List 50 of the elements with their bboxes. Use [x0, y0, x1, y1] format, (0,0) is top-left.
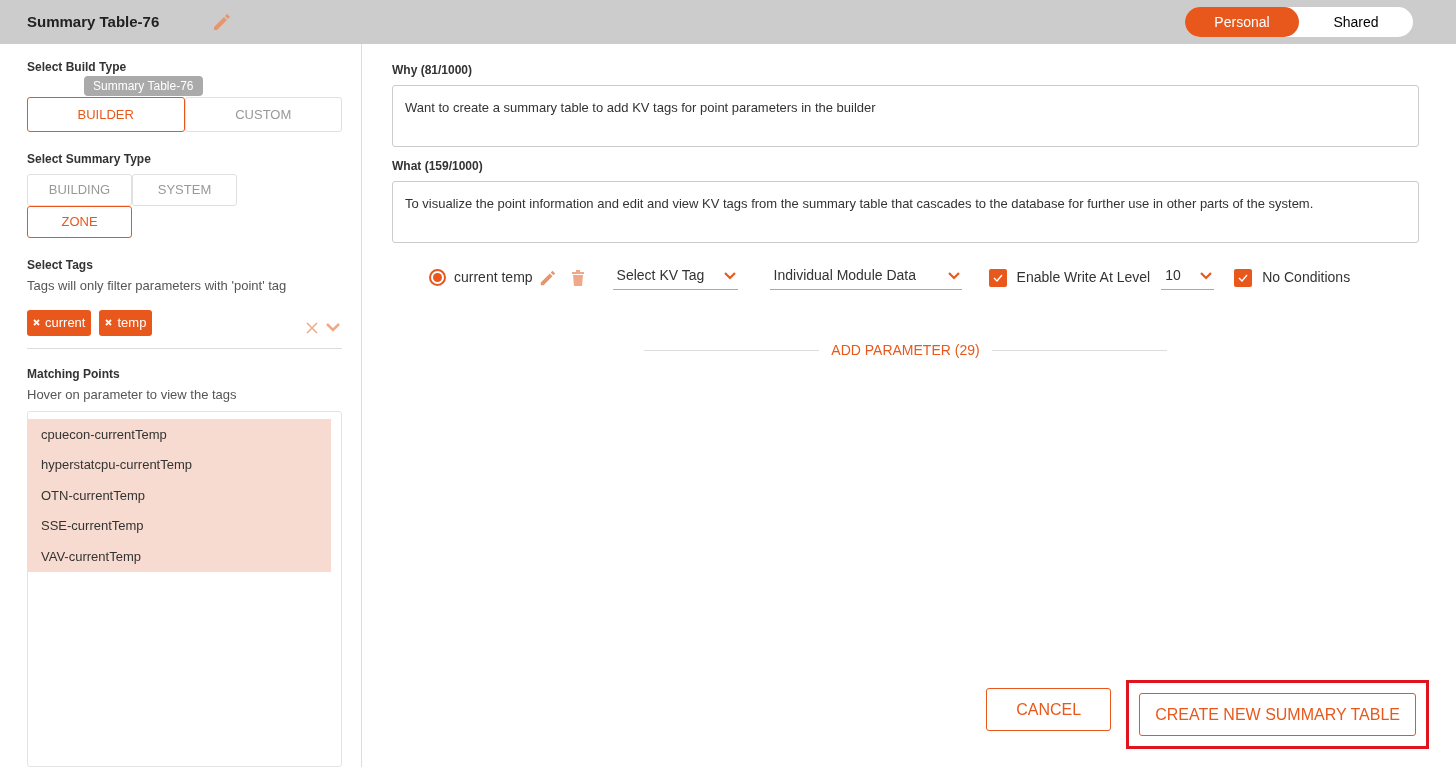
build-type-option[interactable]: CUSTOM: [184, 97, 342, 132]
chevron-down-icon: [723, 271, 736, 280]
summary-type-option[interactable]: BUILDING: [27, 174, 132, 206]
checkmark-icon: [1238, 273, 1249, 282]
data-type-dropdown[interactable]: Individual Module Data: [769, 265, 962, 290]
chevron-down-icon: [1200, 271, 1213, 280]
chevron-down-icon: [947, 271, 960, 280]
point-item[interactable]: VAV-currentTemp: [28, 541, 331, 572]
clear-icon[interactable]: [306, 321, 318, 334]
close-icon[interactable]: [33, 319, 40, 326]
action-button[interactable]: CREATE NEW SUMMARY TABLE: [1139, 693, 1416, 736]
checkbox-label: No Conditions: [1262, 268, 1351, 287]
tag-chip[interactable]: temp: [99, 309, 153, 336]
sharing-tab[interactable]: Shared: [1299, 7, 1413, 37]
pencil-icon[interactable]: [538, 268, 557, 287]
tag-chip[interactable]: current: [27, 309, 92, 336]
field-label: Why (81/1000): [392, 62, 474, 79]
build-type-option[interactable]: BUILDER: [27, 97, 185, 132]
add-parameter-button[interactable]: ADD PARAMETER (29): [831, 340, 980, 361]
text-area[interactable]: Want to create a summary table to add KV tags for point parameters in the builder: [392, 85, 1419, 147]
summary-type-option[interactable]: ZONE: [27, 206, 132, 238]
sharing-tab[interactable]: Personal: [1185, 7, 1299, 37]
text-area[interactable]: To visualize the point information and edit and view KV tags from the summary table that cascades to the database for further use in other parts of the system.: [392, 181, 1419, 243]
point-item[interactable]: SSE-currentTemp: [28, 510, 331, 541]
point-item[interactable]: cpuecon-currentTemp: [28, 419, 331, 450]
checkbox[interactable]: [988, 268, 1007, 287]
tooltip: Summary Table-76: [84, 76, 203, 96]
kv-tag-dropdown[interactable]: Select KV Tag: [612, 265, 738, 290]
action-button[interactable]: CANCEL: [986, 688, 1112, 731]
section-label: Select Summary Type: [27, 151, 152, 168]
close-icon[interactable]: [105, 319, 113, 326]
field-label: What (159/1000): [392, 158, 484, 175]
checkbox-label: Enable Write At Level: [1016, 268, 1151, 287]
point-item[interactable]: OTN-currentTemp: [28, 480, 331, 511]
parameter-name: current temp: [454, 268, 533, 287]
section-label: Matching Points: [27, 365, 121, 383]
section-label: Select Tags: [27, 257, 94, 274]
section-label: Select Build Type: [27, 59, 127, 76]
trash-icon[interactable]: [570, 269, 585, 286]
section-hint: Hover on parameter to view the tags: [27, 385, 238, 404]
checkmark-icon: [992, 273, 1003, 282]
point-item[interactable]: hyperstatcpu-currentTemp: [28, 449, 331, 480]
tag-select[interactable]: current temp: [27, 309, 342, 349]
page-title: Summary Table-76: [27, 11, 160, 32]
radio-button[interactable]: [429, 269, 446, 286]
chevron-down-icon[interactable]: [326, 322, 340, 333]
summary-type-option[interactable]: SYSTEM: [132, 174, 237, 206]
checkbox[interactable]: [1234, 268, 1253, 287]
section-hint: Tags will only filter parameters with 'point' tag: [27, 277, 288, 295]
level-dropdown[interactable]: 10: [1161, 265, 1215, 290]
